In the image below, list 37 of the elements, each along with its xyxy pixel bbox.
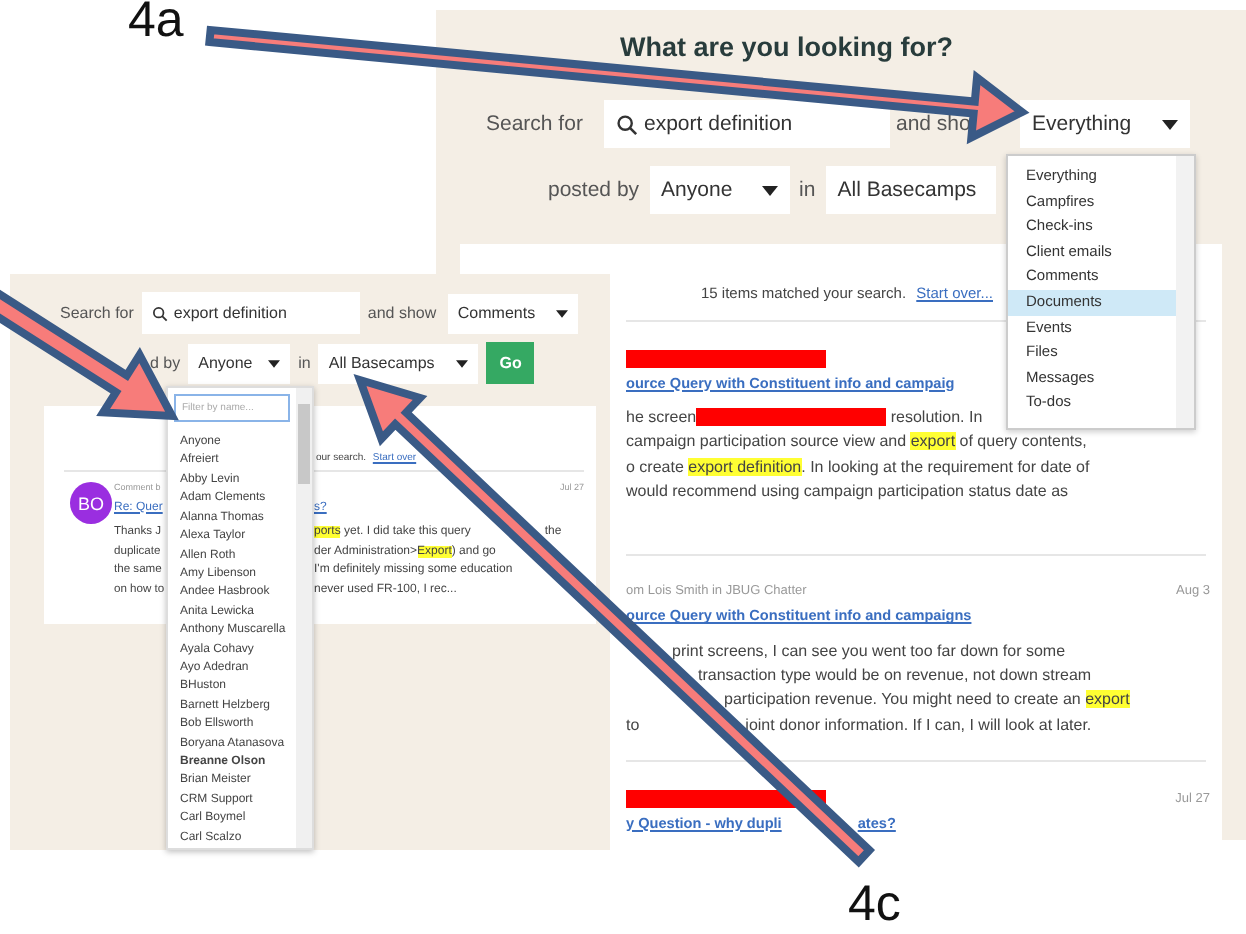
avatar: BO: [70, 482, 112, 524]
in-label: in: [799, 178, 816, 202]
annotation-label: 4c: [848, 878, 901, 930]
result-excerpt-text: to: [626, 713, 640, 738]
search-label: Search for: [60, 304, 134, 322]
caret-icon: [555, 309, 568, 317]
result-excerpt-text: transaction type would be on revenue, not down stream: [698, 664, 1092, 689]
search-field[interactable]: export definition: [141, 292, 360, 334]
scrollbar[interactable]: [1176, 156, 1194, 428]
search-field[interactable]: export definition: [604, 100, 890, 148]
basecamp-dropdown[interactable]: All Basecamps: [825, 166, 996, 214]
result-excerpt-text: participation revenue. You might need to create an export: [724, 688, 1130, 713]
search-icon: [151, 305, 168, 321]
result-excerpt-text: o create export definition. In looking at the requirement for date of: [626, 455, 1090, 480]
annotation-label: 4a: [128, 0, 184, 46]
result-excerpt-text: would recommend using campaign participation status date as: [626, 480, 1069, 505]
search-label: Search for: [486, 112, 585, 136]
posted-by-label: posted by: [548, 178, 640, 202]
result-excerpt-text: print screens, I can see you went too far down for some: [672, 639, 1066, 664]
basecamp-dropdown[interactable]: All Basecamps: [318, 343, 479, 383]
result-excerpt-text: campaign participation source view and export of query contents,: [626, 430, 1087, 455]
caret-icon: [456, 359, 469, 367]
result-excerpt-text: he screen resolution. In: [626, 406, 983, 431]
show-dropdown[interactable]: Comments: [447, 293, 578, 333]
show-dropdown[interactable]: Everything: [1020, 100, 1190, 148]
caret-icon: [761, 185, 778, 195]
search-icon: [616, 113, 638, 135]
show-label: and show: [367, 304, 439, 322]
caret-icon: [268, 359, 281, 367]
scrollbar[interactable]: [296, 388, 312, 848]
caret-icon: [1162, 119, 1178, 129]
page-heading: What are you looking for?: [618, 30, 956, 66]
posted-by-dropdown[interactable]: Anyone: [188, 343, 291, 383]
posted-by-dropdown[interactable]: Anyone: [649, 166, 790, 214]
show-label: and sho: [896, 112, 973, 136]
in-label: in: [298, 354, 311, 372]
posted-by-label: d by: [150, 354, 181, 372]
